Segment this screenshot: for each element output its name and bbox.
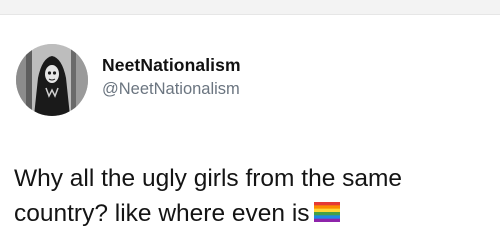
flag-stripe xyxy=(313,202,340,206)
user-handle[interactable]: @NeetNationalism xyxy=(102,80,240,99)
flag-stripe xyxy=(313,205,340,209)
flag-stripe xyxy=(313,215,340,219)
screenshot-frame: NeetNationalism @NeetNationalism Why all… xyxy=(0,0,500,248)
tweet-text-line-2: country? like where even is xyxy=(14,196,498,231)
flag-stripe xyxy=(313,218,340,222)
tweet-text-line-2-text: country? like where even is xyxy=(14,200,310,227)
tweet-text-line-1: Why all the ugly girls from the same xyxy=(14,165,403,192)
flag-stripe xyxy=(313,212,340,216)
dark-figure-avatar-icon xyxy=(16,44,88,116)
tweet-card: NeetNationalism @NeetNationalism Why all… xyxy=(0,14,500,248)
flag-stripe xyxy=(313,208,340,213)
avatar[interactable] xyxy=(16,44,88,116)
rainbow-flag-icon xyxy=(313,202,340,222)
display-name[interactable]: NeetNationalism xyxy=(102,55,241,76)
tweet-text: Why all the ugly girls from the same cou… xyxy=(14,161,498,231)
